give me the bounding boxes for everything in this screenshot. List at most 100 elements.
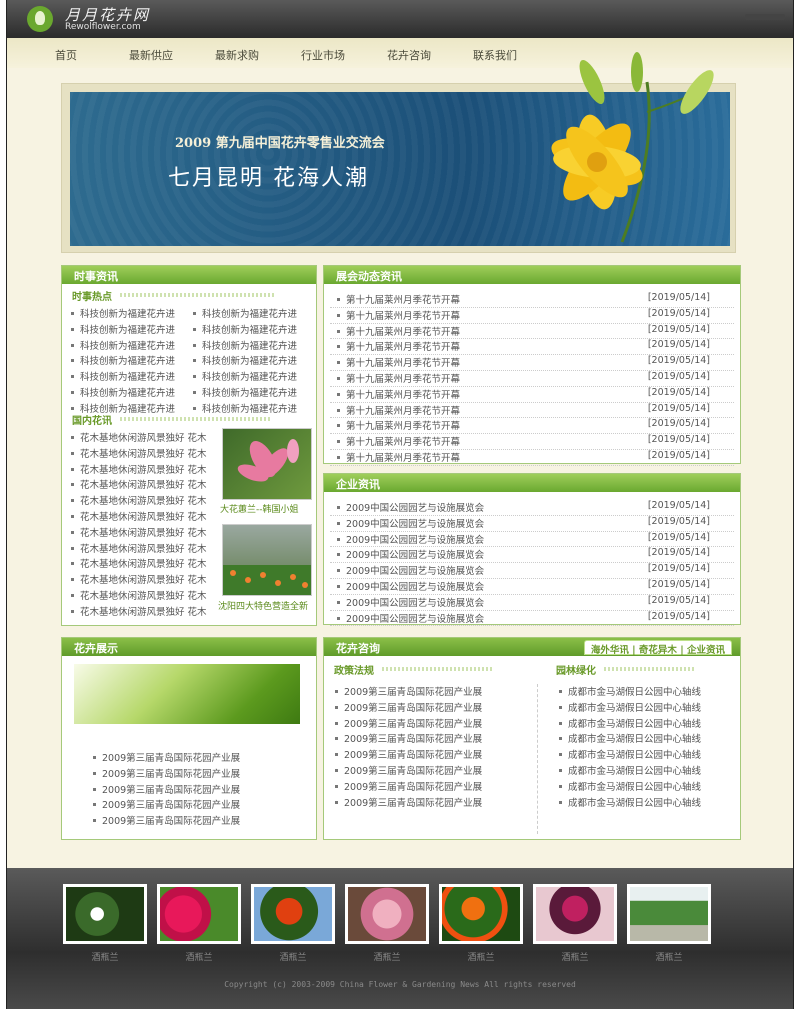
table-row[interactable]: 第十九届莱州月季花节开幕 [2019/05/14] xyxy=(330,371,734,387)
top-bar: 月月花卉网 Rewolflower.com xyxy=(7,0,793,38)
list-item[interactable]: 科技创新为福建花卉进 xyxy=(186,338,310,354)
table-row[interactable]: 2009中国公园园艺与设施展览会 [2019/05/14] xyxy=(330,595,734,611)
consult-tabs[interactable]: 海外华讯 | 奇花异木 | 企业资讯 xyxy=(583,640,732,656)
list-item[interactable]: 花木基地休闲游风景独好 花木 xyxy=(64,462,214,478)
list-item[interactable]: 成都市金马湖假日公园中心轴线 xyxy=(552,779,736,795)
list-item[interactable]: 花木基地休闲游风景独好 花木 xyxy=(64,446,214,462)
list-item[interactable]: 成都市金马湖假日公园中心轴线 xyxy=(552,700,736,716)
list-item[interactable]: 科技创新为福建花卉进 xyxy=(64,385,188,401)
gallery-thumb[interactable] xyxy=(439,884,523,944)
list-item[interactable]: 2009第三届青岛国际花园产业展 xyxy=(328,779,537,795)
list-item[interactable]: 成都市金马湖假日公园中心轴线 xyxy=(552,795,736,811)
list-item[interactable]: 成都市金马湖假日公园中心轴线 xyxy=(552,747,736,763)
list-item[interactable]: 科技创新为福建花卉进 xyxy=(186,385,310,401)
hot-news-list-left: 科技创新为福建花卉进 科技创新为福建花卉进 科技创新为福建花卉进 科技创新为福建… xyxy=(64,306,188,417)
list-item[interactable]: 科技创新为福建花卉进 xyxy=(64,353,188,369)
table-row[interactable]: 2009中国公园园艺与设施展览会 [2019/05/14] xyxy=(330,579,734,595)
showcase-list: 2009第三届青岛国际花园产业展 2009第三届青岛国际花园产业展 2009第三… xyxy=(86,750,310,829)
table-row[interactable]: 第十九届莱州月季花节开幕 [2019/05/14] xyxy=(330,308,734,324)
topbar-decoration xyxy=(745,14,785,20)
logo-text-en[interactable]: Rewolflower.com xyxy=(65,22,141,32)
gallery-thumb[interactable] xyxy=(63,884,147,944)
list-item[interactable]: 2009第三届青岛国际花园产业展 xyxy=(328,731,537,747)
table-row[interactable]: 2009中国公园园艺与设施展览会 [2019/05/14] xyxy=(330,516,734,532)
list-item[interactable]: 科技创新为福建花卉进 xyxy=(186,322,310,338)
garden-list: 成都市金马湖假日公园中心轴线 成都市金马湖假日公园中心轴线 成都市金马湖假日公园… xyxy=(552,684,736,810)
list-item[interactable]: 花木基地休闲游风景独好 花木 xyxy=(64,572,214,588)
nav-purchase[interactable]: 最新求购 xyxy=(215,47,259,63)
list-item[interactable]: 2009第三届青岛国际花园产业展 xyxy=(86,782,310,798)
table-row[interactable]: 第十九届莱州月季花节开幕 [2019/05/14] xyxy=(330,403,734,419)
list-item[interactable]: 2009第三届青岛国际花园产业展 xyxy=(328,716,537,732)
list-item[interactable]: 花木基地休闲游风景独好 花木 xyxy=(64,556,214,572)
table-row[interactable]: 第十九届莱州月季花节开幕 [2019/05/14] xyxy=(330,292,734,308)
nav-market[interactable]: 行业市场 xyxy=(301,47,345,63)
list-item[interactable]: 花木基地休闲游风景独好 花木 xyxy=(64,525,214,541)
list-item[interactable]: 成都市金马湖假日公园中心轴线 xyxy=(552,731,736,747)
list-item[interactable]: 花木基地休闲游风景独好 花木 xyxy=(64,477,214,493)
gallery-caption: 酒瓶兰 xyxy=(91,953,119,963)
logo-icon[interactable] xyxy=(27,6,53,32)
list-item[interactable]: 科技创新为福建花卉进 xyxy=(186,306,310,322)
table-row[interactable]: 2009中国公园园艺与设施展览会 [2019/05/14] xyxy=(330,611,734,627)
list-item[interactable]: 科技创新为福建花卉进 xyxy=(64,338,188,354)
list-item[interactable]: 科技创新为福建花卉进 xyxy=(64,306,188,322)
list-item[interactable]: 花木基地休闲游风景独好 花木 xyxy=(64,588,214,604)
list-item[interactable]: 科技创新为福建花卉进 xyxy=(186,353,310,369)
nav-home[interactable]: 首页 xyxy=(55,47,77,63)
list-item[interactable]: 2009第三届青岛国际花园产业展 xyxy=(328,700,537,716)
orchid-photo[interactable] xyxy=(222,428,312,500)
enterprise-panel-title: 企业资讯 xyxy=(324,474,740,492)
gallery-thumb[interactable] xyxy=(157,884,241,944)
table-row[interactable]: 2009中国公园园艺与设施展览会 [2019/05/14] xyxy=(330,547,734,564)
list-item[interactable]: 2009第三届青岛国际花园产业展 xyxy=(86,766,310,782)
list-item[interactable]: 成都市金马湖假日公园中心轴线 xyxy=(552,684,736,700)
table-row[interactable]: 第十九届莱州月季花节开幕 [2019/05/14] xyxy=(330,355,734,371)
list-item[interactable]: 花木基地休闲游风景独好 花木 xyxy=(64,541,214,557)
orchid-photo-caption[interactable]: 大花蕙兰--韩国小姐 xyxy=(220,502,314,515)
table-row[interactable]: 第十九届莱州月季花节开幕 [2019/05/14] xyxy=(330,418,734,435)
table-row[interactable]: 第十九届莱州月季花节开幕 [2019/05/14] xyxy=(330,450,734,466)
list-item[interactable]: 花木基地休闲游风景独好 花木 xyxy=(64,493,214,509)
list-item[interactable]: 2009第三届青岛国际花园产业展 xyxy=(86,813,310,829)
street-flowers-photo[interactable] xyxy=(222,524,312,596)
gallery-thumb[interactable] xyxy=(251,884,335,944)
showcase-panel: 花卉展示 2009第三届青岛国际花园产业展 2009第三届青岛国际花园产业展 2… xyxy=(61,637,317,840)
consult-panel-header: 花卉咨询 海外华讯 | 奇花异木 | 企业资讯 xyxy=(324,638,740,656)
list-item[interactable]: 2009第三届青岛国际花园产业展 xyxy=(328,684,537,700)
list-item[interactable]: 2009第三届青岛国际花园产业展 xyxy=(86,797,310,813)
nav-contact[interactable]: 联系我们 xyxy=(473,47,517,63)
table-row[interactable]: 2009中国公园园艺与设施展览会 [2019/05/14] xyxy=(330,500,734,516)
table-row[interactable]: 第十九届莱州月季花节开幕 [2019/05/14] xyxy=(330,434,734,450)
nav-supply[interactable]: 最新供应 xyxy=(129,47,173,63)
hot-news-title: 时事热点 xyxy=(62,284,316,303)
banner-title: 2009 第九届中国花卉零售业交流会 xyxy=(175,136,385,151)
nav-consult[interactable]: 花卉咨询 xyxy=(387,47,431,63)
enterprise-panel: 企业资讯 2009中国公园园艺与设施展览会 [2019/05/14] 2009中国… xyxy=(323,473,741,627)
list-item[interactable]: 科技创新为福建花卉进 xyxy=(64,369,188,385)
list-item[interactable]: 2009第三届青岛国际花园产业展 xyxy=(328,747,537,763)
table-row[interactable]: 第十九届莱州月季花节开幕 [2019/05/14] xyxy=(330,387,734,403)
hot-news-list-right: 科技创新为福建花卉进 科技创新为福建花卉进 科技创新为福建花卉进 科技创新为福建… xyxy=(186,306,310,417)
leaf-banner-image[interactable] xyxy=(74,664,300,724)
domestic-news-title: 国内花讯 xyxy=(62,408,312,427)
table-row[interactable]: 2009中国公园园艺与设施展览会 [2019/05/14] xyxy=(330,563,734,579)
list-item[interactable]: 成都市金马湖假日公园中心轴线 xyxy=(552,716,736,732)
policy-list: 2009第三届青岛国际花园产业展 2009第三届青岛国际花园产业展 2009第三… xyxy=(328,684,538,834)
street-photo-caption[interactable]: 沈阳四大特色营造全新 xyxy=(218,599,316,612)
table-row[interactable]: 第十九届莱州月季花节开幕 [2019/05/14] xyxy=(330,339,734,356)
list-item[interactable]: 花木基地休闲游风景独好 花木 xyxy=(64,604,214,620)
list-item[interactable]: 花木基地休闲游风景独好 花木 xyxy=(64,430,214,446)
list-item[interactable]: 花木基地休闲游风景独好 花木 xyxy=(64,509,214,525)
list-item[interactable]: 2009第三届青岛国际花园产业展 xyxy=(86,750,310,766)
table-row[interactable]: 第十九届莱州月季花节开幕 [2019/05/14] xyxy=(330,324,734,340)
gallery-thumb[interactable] xyxy=(533,884,617,944)
gallery-thumb[interactable] xyxy=(345,884,429,944)
gallery-thumb[interactable] xyxy=(627,884,711,944)
list-item[interactable]: 科技创新为福建花卉进 xyxy=(186,369,310,385)
table-row[interactable]: 2009中国公园园艺与设施展览会 [2019/05/14] xyxy=(330,532,734,548)
list-item[interactable]: 2009第三届青岛国际花园产业展 xyxy=(328,763,537,779)
list-item[interactable]: 成都市金马湖假日公园中心轴线 xyxy=(552,763,736,779)
list-item[interactable]: 科技创新为福建花卉进 xyxy=(64,322,188,338)
list-item[interactable]: 2009第三届青岛国际花园产业展 xyxy=(328,795,537,811)
